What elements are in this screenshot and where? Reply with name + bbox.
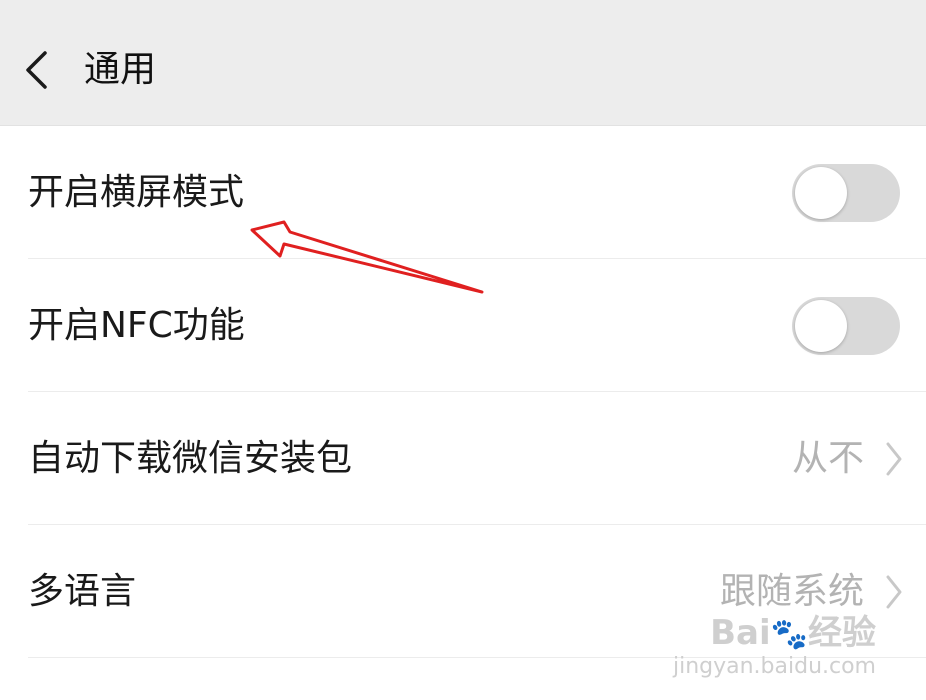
setting-value: 从不 [791, 438, 864, 479]
chevron-right-icon [886, 575, 902, 609]
toggle-knob [795, 167, 847, 219]
setting-row-nfc[interactable]: 开启NFC功能 [0, 259, 926, 392]
settings-list: 开启横屏模式 开启NFC功能 自动下载微信安装包 从不 多语言 跟随系统 [0, 126, 926, 658]
setting-label: 多语言 [28, 571, 137, 612]
setting-label: 开启NFC功能 [28, 305, 245, 346]
landscape-mode-toggle[interactable] [792, 164, 900, 222]
setting-label: 开启横屏模式 [28, 172, 245, 213]
watermark-url: jingyan.baidu.com [672, 654, 876, 679]
nav-header: 通用 [0, 0, 926, 126]
chevron-right-icon [886, 442, 902, 476]
toggle-knob [795, 300, 847, 352]
back-button[interactable] [14, 46, 58, 94]
setting-label: 自动下载微信安装包 [28, 438, 353, 479]
paw-icon: 🐾 [770, 617, 808, 652]
page-title: 通用 [84, 49, 157, 90]
baidu-watermark: Bai🐾经验 jingyan.baidu.com [673, 614, 876, 680]
chevron-left-icon [26, 51, 47, 89]
nfc-toggle[interactable] [792, 297, 900, 355]
setting-row-landscape-mode[interactable]: 开启横屏模式 [0, 126, 926, 259]
watermark-logo: Bai🐾经验 [710, 613, 876, 653]
setting-row-auto-download[interactable]: 自动下载微信安装包 从不 [0, 392, 926, 525]
